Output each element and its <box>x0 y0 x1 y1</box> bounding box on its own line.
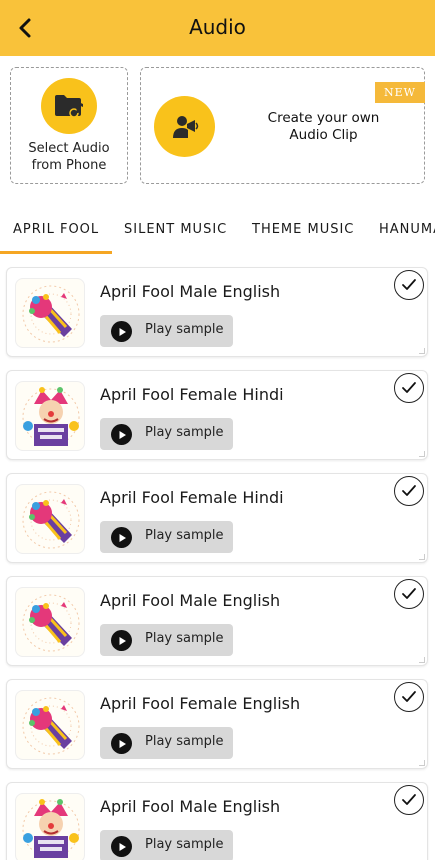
app-header: Audio <box>0 0 435 56</box>
category-tabs: APRIL FOOL SILENT MUSIC THEME MUSIC HANU… <box>0 206 435 254</box>
checkmark-icon[interactable] <box>394 785 424 815</box>
select-audio-card[interactable]: Select Audio from Phone <box>10 67 128 184</box>
play-icon <box>111 321 132 342</box>
resize-corner-icon <box>419 657 425 663</box>
audio-list-item[interactable]: April Fool Male English Play sample <box>6 267 428 357</box>
audio-list-item[interactable]: April Fool Female English Play sample <box>6 679 428 769</box>
party-horn-thumbnail <box>15 587 85 657</box>
audio-title: April Fool Male English <box>100 797 281 816</box>
audio-list-item[interactable]: April Fool Male English Play sample <box>6 782 428 860</box>
play-icon <box>111 527 132 548</box>
play-sample-label: Play sample <box>145 528 224 543</box>
play-sample-button[interactable]: Play sample <box>100 727 233 759</box>
joker-banner-thumbnail <box>15 793 85 860</box>
create-audio-icon-circle <box>154 96 215 157</box>
play-sample-button[interactable]: Play sample <box>100 315 233 347</box>
party-horn-thumbnail <box>15 690 85 760</box>
folder-music-icon <box>55 95 83 118</box>
tab-april-fool[interactable]: APRIL FOOL <box>13 222 99 237</box>
party-horn-thumbnail <box>15 484 85 554</box>
create-audio-card[interactable]: Create your own Audio Clip NEW <box>140 67 425 184</box>
checkmark-icon[interactable] <box>394 579 424 609</box>
audio-list-item[interactable]: April Fool Female Hindi Play sample <box>6 370 428 460</box>
play-sample-label: Play sample <box>145 734 224 749</box>
play-sample-button[interactable]: Play sample <box>100 521 233 553</box>
tab-silent-music[interactable]: SILENT MUSIC <box>124 222 227 237</box>
audio-title: April Fool Female English <box>100 694 301 713</box>
tab-indicator <box>0 251 112 254</box>
checkmark-icon[interactable] <box>394 270 424 300</box>
play-sample-label: Play sample <box>145 631 224 646</box>
play-sample-label: Play sample <box>145 322 224 337</box>
play-icon <box>111 424 132 445</box>
checkmark-icon[interactable] <box>394 476 424 506</box>
audio-title: April Fool Male English <box>100 591 281 610</box>
tab-theme-music[interactable]: THEME MUSIC <box>252 222 354 237</box>
checkmark-icon[interactable] <box>394 682 424 712</box>
tab-hanuman[interactable]: HANUMAN <box>379 222 435 237</box>
play-sample-button[interactable]: Play sample <box>100 830 233 860</box>
create-audio-label: Create your own Audio Clip <box>267 110 380 143</box>
audio-list-item[interactable]: April Fool Male English Play sample <box>6 576 428 666</box>
resize-corner-icon <box>419 554 425 560</box>
audio-title: April Fool Female Hindi <box>100 385 284 404</box>
play-icon <box>111 836 132 857</box>
checkmark-icon[interactable] <box>394 373 424 403</box>
play-icon <box>111 733 132 754</box>
resize-corner-icon <box>419 451 425 457</box>
person-megaphone-icon <box>172 115 198 138</box>
play-icon <box>111 630 132 651</box>
page-title: Audio <box>189 15 246 39</box>
resize-corner-icon <box>419 760 425 766</box>
play-sample-button[interactable]: Play sample <box>100 418 233 450</box>
new-badge: NEW <box>375 82 425 103</box>
party-horn-thumbnail <box>15 278 85 348</box>
play-sample-label: Play sample <box>145 425 224 440</box>
play-sample-button[interactable]: Play sample <box>100 624 233 656</box>
play-sample-label: Play sample <box>145 837 224 852</box>
audio-title: April Fool Female Hindi <box>100 488 284 507</box>
audio-title: April Fool Male English <box>100 282 281 301</box>
audio-list-item[interactable]: April Fool Female Hindi Play sample <box>6 473 428 563</box>
resize-corner-icon <box>419 348 425 354</box>
joker-banner-thumbnail <box>15 381 85 451</box>
select-audio-label: Select Audio from Phone <box>28 141 110 173</box>
select-audio-icon-circle <box>41 78 97 134</box>
